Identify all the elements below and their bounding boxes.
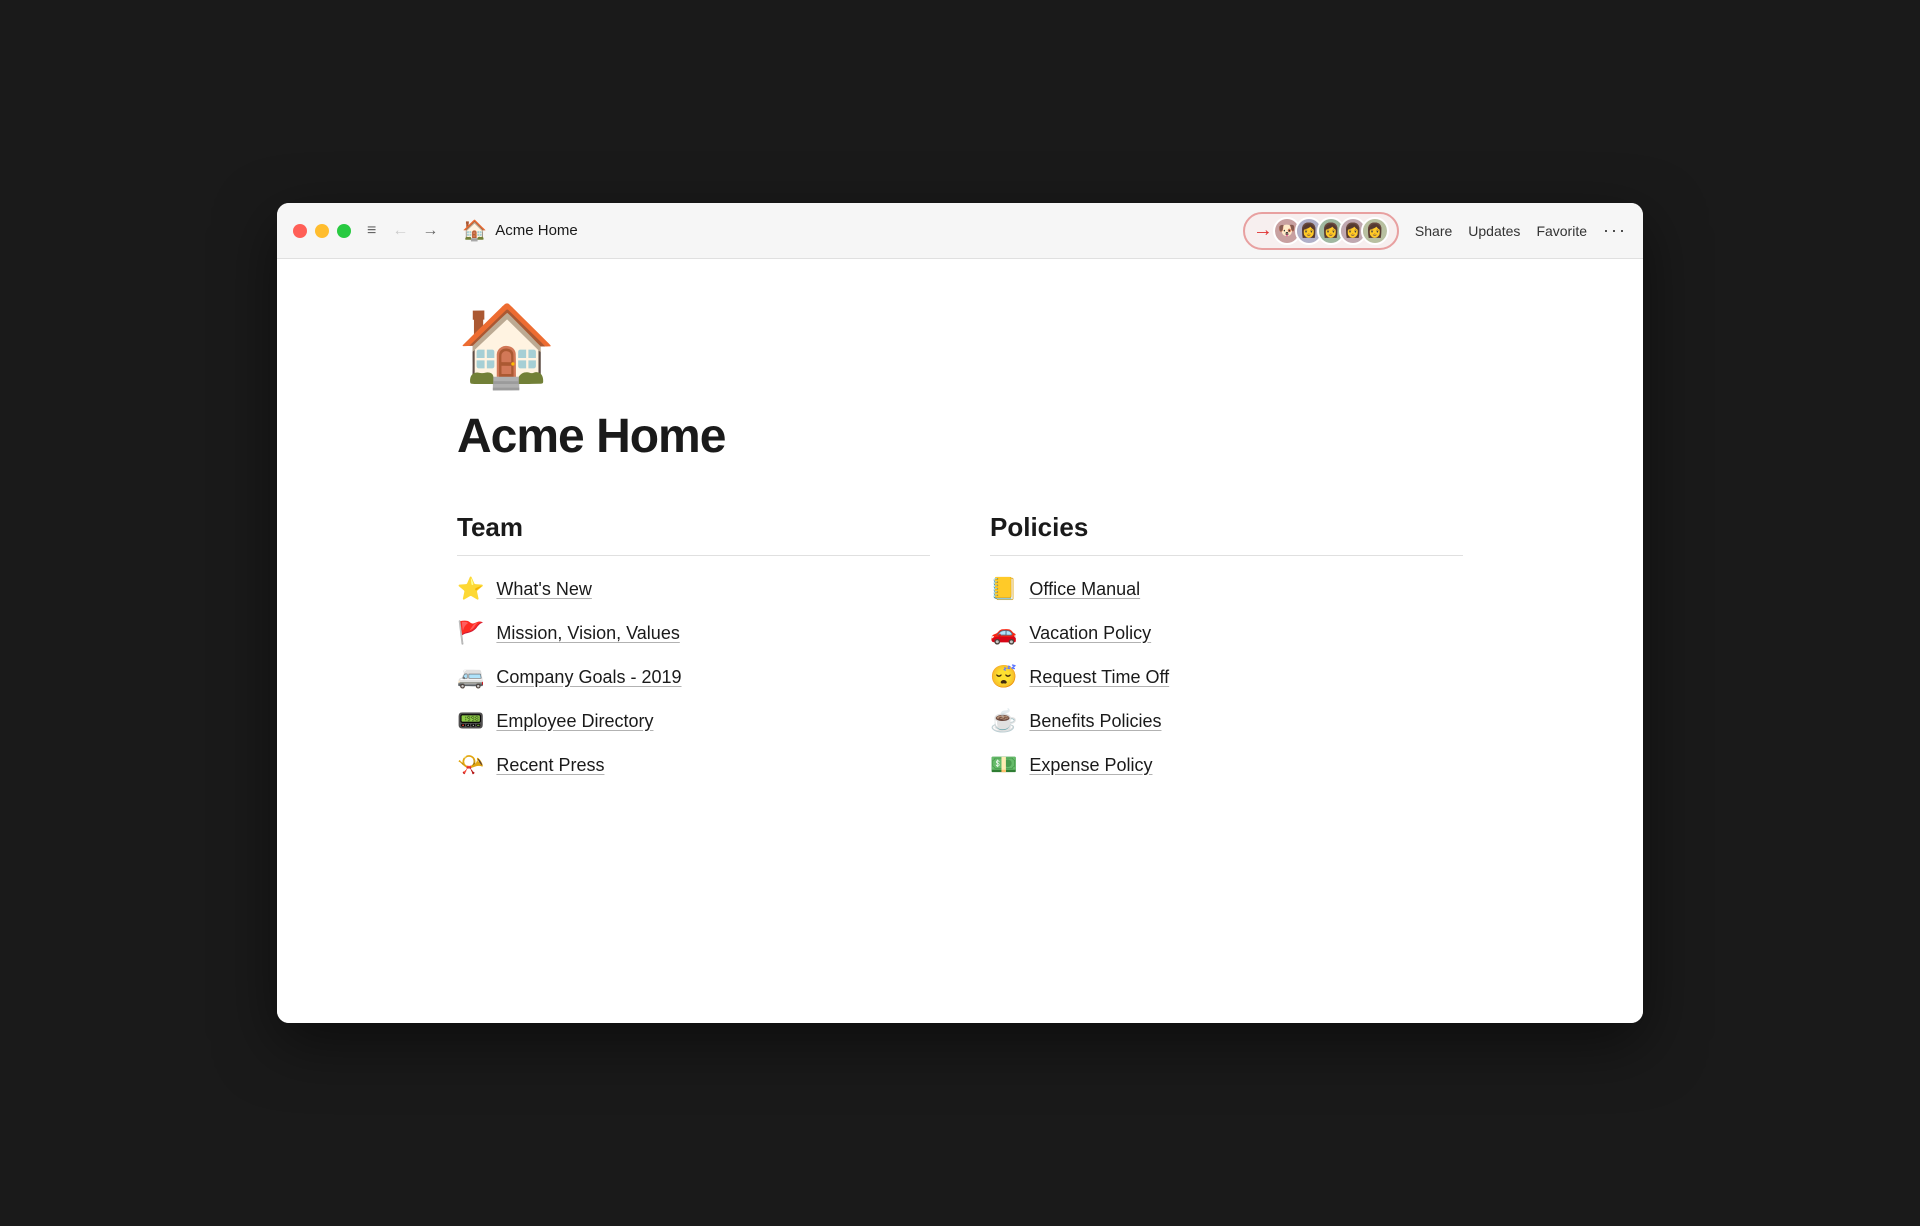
policies-list: 📒 Office Manual 🚗 Vacation Policy 😴 Requ… bbox=[990, 576, 1463, 778]
office-manual-emoji: 📒 bbox=[990, 576, 1017, 602]
close-button[interactable] bbox=[293, 224, 307, 238]
list-item[interactable]: ⭐ What's New bbox=[457, 576, 930, 602]
traffic-lights bbox=[293, 224, 351, 238]
whats-new-link[interactable]: What's New bbox=[496, 579, 591, 600]
mission-link[interactable]: Mission, Vision, Values bbox=[496, 623, 679, 644]
arrow-indicator: → bbox=[1253, 219, 1273, 242]
benefits-emoji: ☕ bbox=[990, 708, 1017, 734]
mission-emoji: 🚩 bbox=[457, 620, 484, 646]
team-section-heading: Team bbox=[457, 512, 930, 543]
forward-arrow-icon[interactable]: → bbox=[418, 220, 442, 242]
vacation-emoji: 🚗 bbox=[990, 620, 1017, 646]
main-content: 🏠 Acme Home Team ⭐ What's New 🚩 Mission,… bbox=[277, 259, 1643, 1023]
list-item[interactable]: 📟 Employee Directory bbox=[457, 708, 930, 734]
share-button[interactable]: Share bbox=[1415, 223, 1452, 239]
vacation-link[interactable]: Vacation Policy bbox=[1029, 623, 1151, 644]
more-options-button[interactable]: ··· bbox=[1603, 220, 1627, 241]
list-item[interactable]: 💵 Expense Policy bbox=[990, 752, 1463, 778]
titlebar-page-title: Acme Home bbox=[495, 222, 578, 239]
press-emoji: 📯 bbox=[457, 752, 484, 778]
timeoff-link[interactable]: Request Time Off bbox=[1029, 667, 1169, 688]
page-title: Acme Home bbox=[457, 409, 1463, 464]
nav-arrows: ← → bbox=[388, 220, 442, 242]
timeoff-emoji: 😴 bbox=[990, 664, 1017, 690]
titlebar-right: → 🐶 👩 👩 👩 👩 Share Updates Favo bbox=[1243, 212, 1627, 250]
app-window: ≡ ← → 🏠 Acme Home → 🐶 👩 👩 bbox=[277, 203, 1643, 1023]
avatar-group[interactable]: → 🐶 👩 👩 👩 👩 bbox=[1243, 212, 1399, 250]
favorite-button[interactable]: Favorite bbox=[1536, 223, 1587, 239]
list-item[interactable]: 📯 Recent Press bbox=[457, 752, 930, 778]
team-list: ⭐ What's New 🚩 Mission, Vision, Values 🚐… bbox=[457, 576, 930, 778]
sections-grid: Team ⭐ What's New 🚩 Mission, Vision, Val… bbox=[457, 512, 1463, 778]
directory-emoji: 📟 bbox=[457, 708, 484, 734]
page-icon-title: 🏠 Acme Home bbox=[462, 218, 577, 243]
hamburger-icon[interactable]: ≡ bbox=[367, 222, 376, 240]
policies-divider bbox=[990, 555, 1463, 556]
office-manual-link[interactable]: Office Manual bbox=[1029, 579, 1140, 600]
list-item[interactable]: 😴 Request Time Off bbox=[990, 664, 1463, 690]
benefits-link[interactable]: Benefits Policies bbox=[1029, 711, 1161, 732]
policies-section: Policies 📒 Office Manual 🚗 Vacation Poli… bbox=[990, 512, 1463, 778]
list-item[interactable]: 🚐 Company Goals - 2019 bbox=[457, 664, 930, 690]
titlebar-controls: ≡ ← → 🏠 Acme Home bbox=[367, 218, 578, 243]
list-item[interactable]: 🚩 Mission, Vision, Values bbox=[457, 620, 930, 646]
back-arrow-icon[interactable]: ← bbox=[388, 220, 412, 242]
team-divider bbox=[457, 555, 930, 556]
goals-link[interactable]: Company Goals - 2019 bbox=[496, 667, 681, 688]
titlebar: ≡ ← → 🏠 Acme Home → 🐶 👩 👩 bbox=[277, 203, 1643, 259]
maximize-button[interactable] bbox=[337, 224, 351, 238]
policies-section-heading: Policies bbox=[990, 512, 1463, 543]
page-header-emoji: 🏠 bbox=[457, 299, 1463, 393]
list-item[interactable]: ☕ Benefits Policies bbox=[990, 708, 1463, 734]
minimize-button[interactable] bbox=[315, 224, 329, 238]
expense-link[interactable]: Expense Policy bbox=[1029, 755, 1152, 776]
list-item[interactable]: 🚗 Vacation Policy bbox=[990, 620, 1463, 646]
whats-new-emoji: ⭐ bbox=[457, 576, 484, 602]
expense-emoji: 💵 bbox=[990, 752, 1017, 778]
avatar-5: 👩 bbox=[1361, 217, 1389, 245]
team-section: Team ⭐ What's New 🚩 Mission, Vision, Val… bbox=[457, 512, 930, 778]
list-item[interactable]: 📒 Office Manual bbox=[990, 576, 1463, 602]
updates-button[interactable]: Updates bbox=[1468, 223, 1520, 239]
directory-link[interactable]: Employee Directory bbox=[496, 711, 653, 732]
goals-emoji: 🚐 bbox=[457, 664, 484, 690]
page-emoji: 🏠 bbox=[462, 218, 487, 243]
press-link[interactable]: Recent Press bbox=[496, 755, 604, 776]
